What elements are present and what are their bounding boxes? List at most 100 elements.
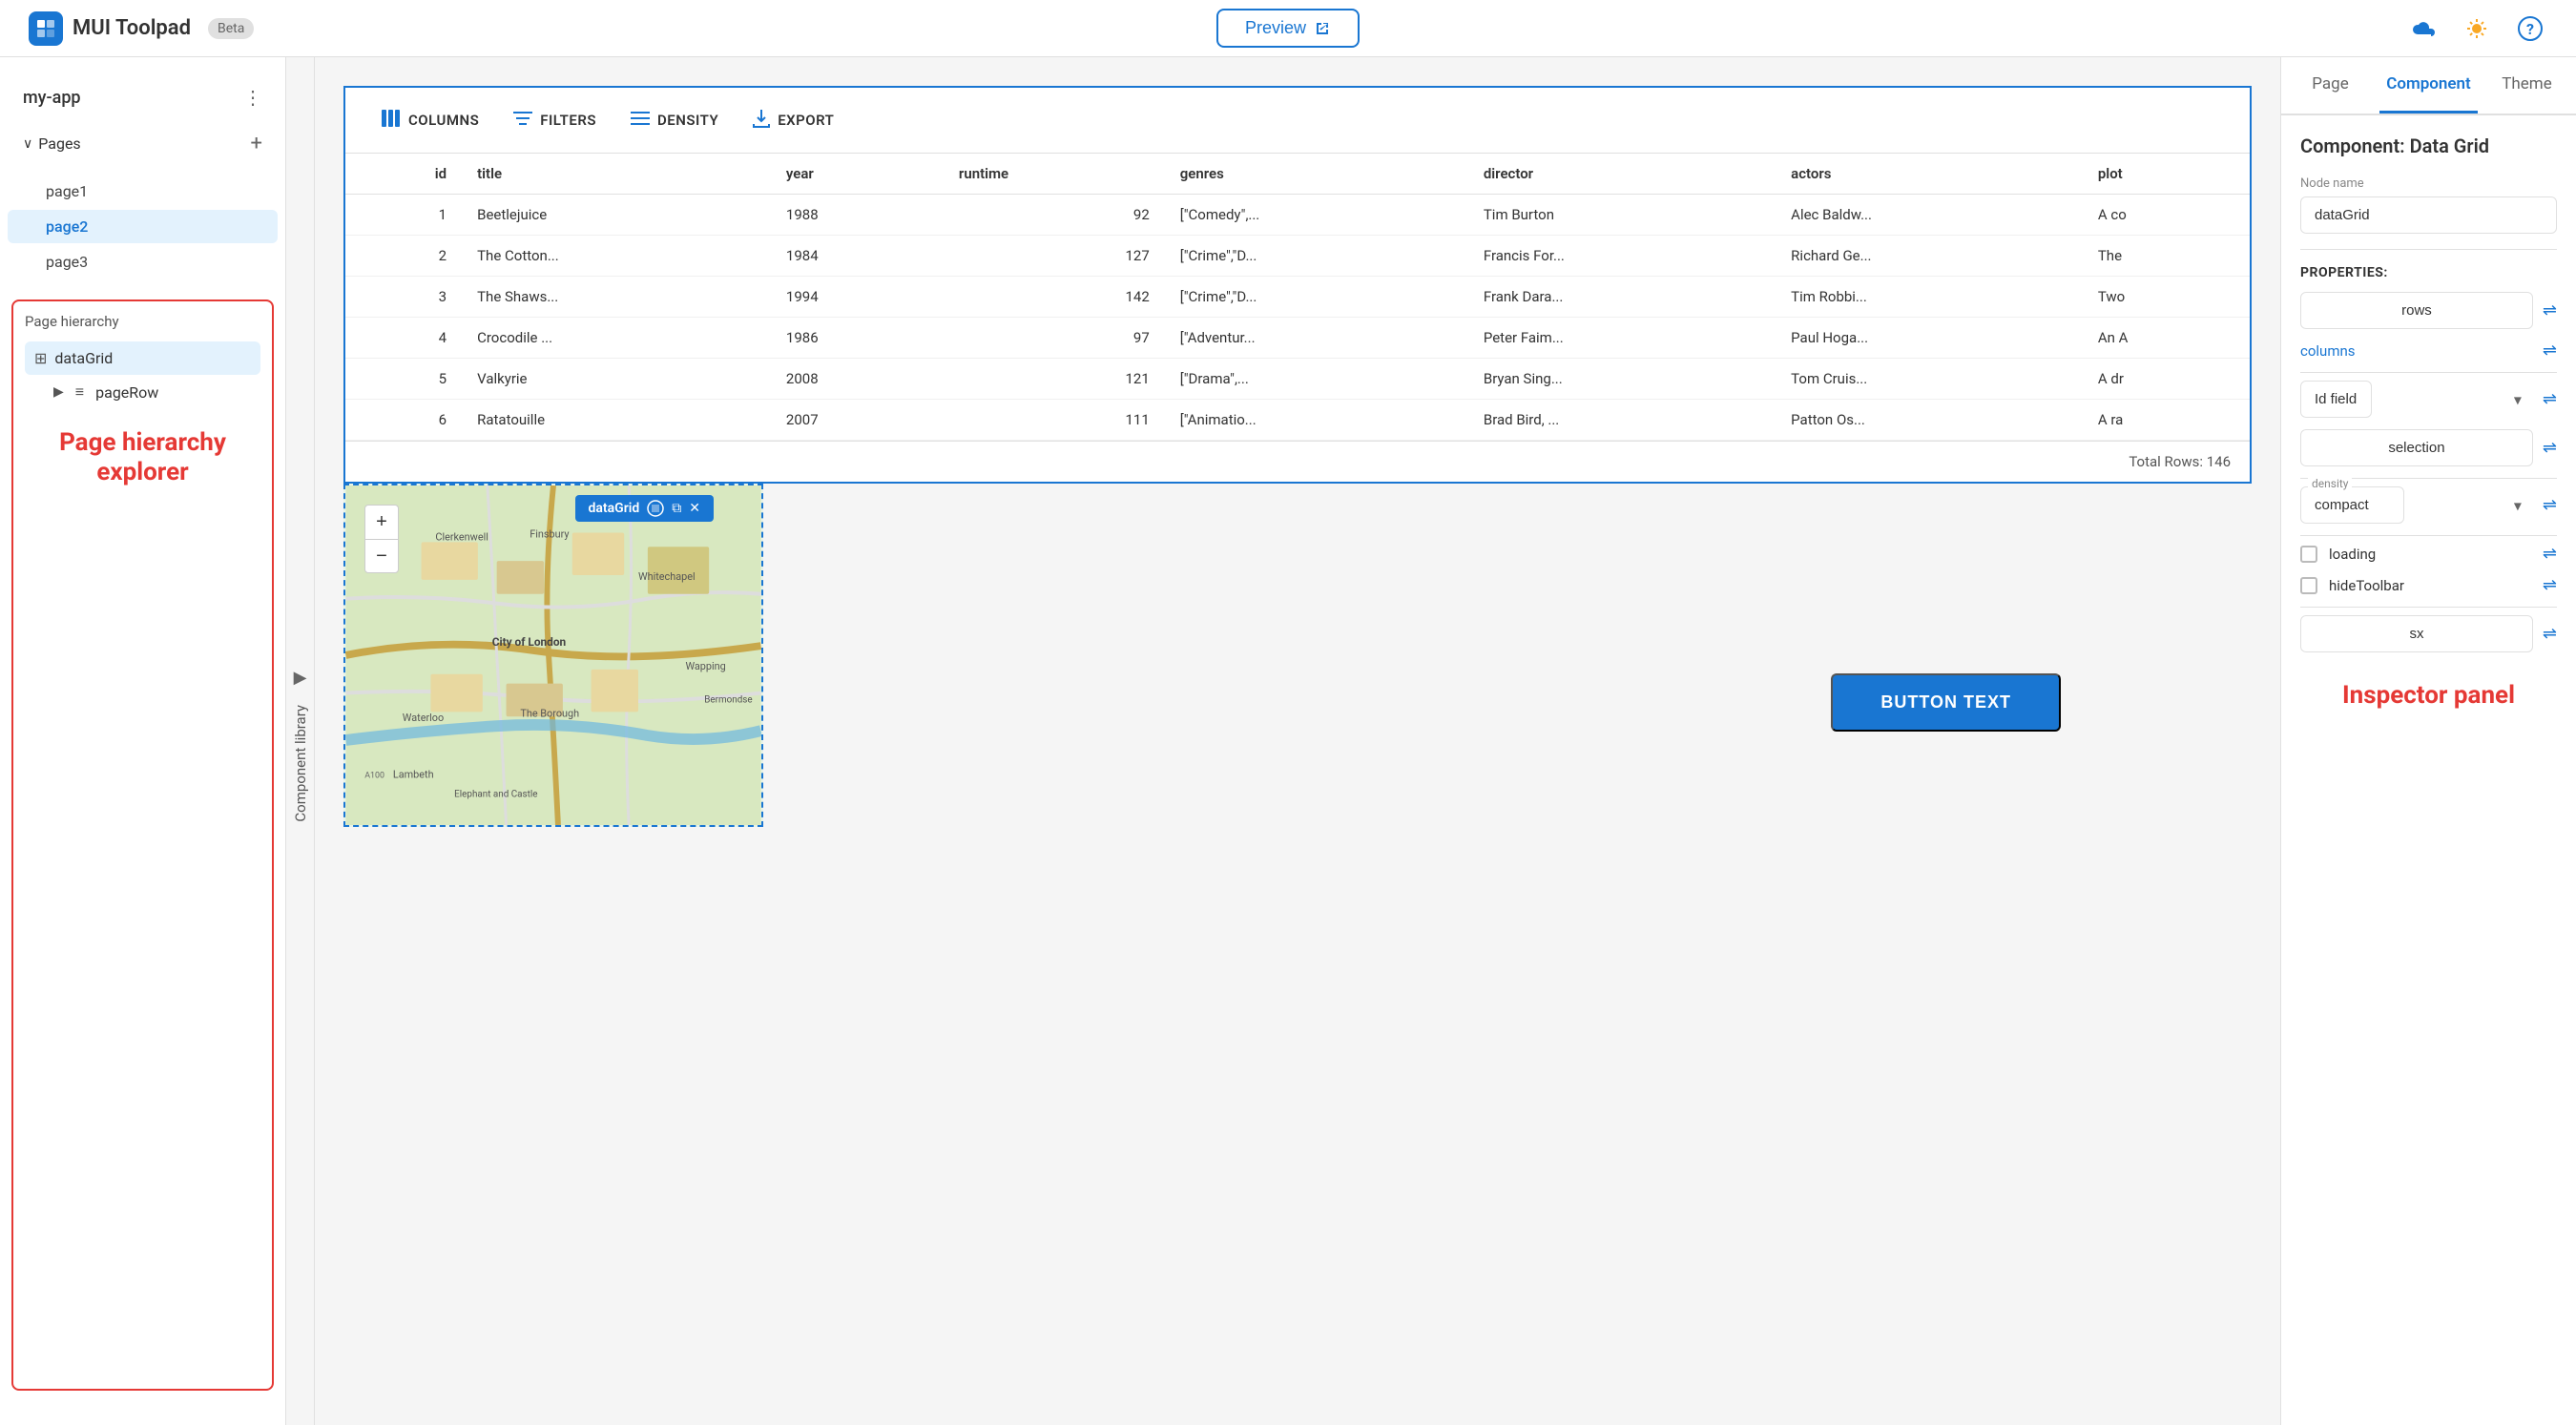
cell-genres: ["Crime","D... <box>1165 277 1468 318</box>
hierarchy-label-pagerow: pageRow <box>95 383 158 402</box>
svg-text:Finsbury: Finsbury <box>530 527 569 540</box>
table-row: 1 Beetlejuice 1988 92 ["Comedy",... Tim … <box>345 195 2250 236</box>
page-hierarchy-title: Page hierarchy <box>25 313 260 330</box>
cell-director: Bryan Sing... <box>1468 359 1776 400</box>
hierarchy-item-pagerow[interactable]: ▶ ≡ pageRow <box>25 375 260 409</box>
id-field-select[interactable]: Id field <box>2300 381 2372 418</box>
export-button[interactable]: EXPORT <box>736 101 851 139</box>
cell-runtime: 142 <box>944 277 1165 318</box>
sx-button[interactable]: sx <box>2300 615 2533 652</box>
sx-link-icon[interactable]: ⇌ <box>2543 624 2557 644</box>
app-name: my-app <box>23 88 81 108</box>
hide-toolbar-checkbox[interactable] <box>2300 577 2317 594</box>
cell-actors: Paul Hoga... <box>1776 318 2083 359</box>
cell-title: The Shaws... <box>462 277 771 318</box>
columns-label: COLUMNS <box>408 112 479 129</box>
cell-year: 1984 <box>771 236 944 277</box>
export-label: EXPORT <box>778 112 834 129</box>
beta-badge: Beta <box>208 18 254 39</box>
svg-text:Lambeth: Lambeth <box>393 769 434 781</box>
cell-actors: Richard Ge... <box>1776 236 2083 277</box>
density-link-icon[interactable]: ⇌ <box>2543 495 2557 515</box>
selection-button[interactable]: selection <box>2300 429 2533 466</box>
filters-button[interactable]: FILTERS <box>496 103 613 137</box>
hide-toolbar-link-icon[interactable]: ⇌ <box>2543 575 2557 595</box>
topbar-right: ? <box>2406 11 2547 46</box>
svg-text:Bermondse: Bermondse <box>704 694 752 705</box>
sidebar-item-page2[interactable]: page2 <box>8 210 278 243</box>
zoom-in-button[interactable]: + <box>364 505 399 539</box>
loading-checkbox[interactable] <box>2300 546 2317 563</box>
divider-4 <box>2300 535 2557 536</box>
col-header-plot: plot <box>2083 154 2250 195</box>
canvas-button[interactable]: BUTTON TEXT <box>1831 673 2061 732</box>
density-icon <box>631 111 650 130</box>
columns-button[interactable]: COLUMNS <box>364 102 496 138</box>
pages-header[interactable]: ∨ Pages + <box>23 126 262 161</box>
chip-delete-icon[interactable]: ✕ <box>689 501 700 516</box>
button-area: BUTTON TEXT <box>763 484 2252 827</box>
density-label: DENSITY <box>657 112 718 129</box>
cell-genres: ["Animatio... <box>1165 400 1468 441</box>
columns-link[interactable]: columns <box>2300 342 2356 360</box>
density-select[interactable]: compact standard comfortable <box>2300 486 2404 524</box>
density-row: density compact standard comfortable ⇌ <box>2300 486 2557 524</box>
component-library-label[interactable]: Component library <box>292 705 309 822</box>
cell-director: Tim Burton <box>1468 195 1776 236</box>
logo-area: MUI Toolpad Beta <box>29 11 254 46</box>
rows-button[interactable]: rows <box>2300 292 2533 329</box>
app-row: my-app ⋮ <box>0 76 285 118</box>
cell-genres: ["Crime","D... <box>1165 236 1468 277</box>
expand-icon: ▶ <box>53 384 64 400</box>
col-header-genres: genres <box>1165 154 1468 195</box>
expand-arrow[interactable]: ▶ <box>286 660 315 695</box>
id-field-link-icon[interactable]: ⇌ <box>2543 389 2557 409</box>
svg-text:The Borough: The Borough <box>520 707 579 719</box>
inspector-tabs: Page Component Theme <box>2281 57 2576 115</box>
table-row: 4 Crocodile ... 1986 97 ["Adventur... Pe… <box>345 318 2250 359</box>
help-icon[interactable]: ? <box>2513 11 2547 46</box>
datagrid-toolbar: COLUMNS FILTERS DENSITY <box>345 88 2250 154</box>
hierarchy-item-datagrid[interactable]: ⊞ dataGrid <box>25 341 260 375</box>
cloud-icon[interactable] <box>2406 11 2441 46</box>
cell-director: Peter Faim... <box>1468 318 1776 359</box>
selection-link-icon[interactable]: ⇌ <box>2543 438 2557 458</box>
sidebar-item-page1[interactable]: page1 <box>8 175 278 208</box>
columns-link-icon[interactable]: ⇌ <box>2543 341 2557 361</box>
cell-runtime: 127 <box>944 236 1165 277</box>
node-name-input[interactable] <box>2300 196 2557 234</box>
col-header-runtime: runtime <box>944 154 1165 195</box>
cell-genres: ["Adventur... <box>1165 318 1468 359</box>
svg-text:Waterloo: Waterloo <box>403 712 444 724</box>
tab-component[interactable]: Component <box>2379 57 2478 114</box>
cell-plot: A co <box>2083 195 2250 236</box>
cell-actors: Patton Os... <box>1776 400 2083 441</box>
density-button[interactable]: DENSITY <box>613 103 736 137</box>
tab-theme[interactable]: Theme <box>2478 57 2576 114</box>
cell-plot: An A <box>2083 318 2250 359</box>
cell-title: Valkyrie <box>462 359 771 400</box>
svg-text:A100: A100 <box>364 772 384 781</box>
table-row: 5 Valkyrie 2008 121 ["Drama",... Bryan S… <box>345 359 2250 400</box>
cell-id: 6 <box>345 400 462 441</box>
cell-runtime: 111 <box>944 400 1165 441</box>
cell-actors: Tim Robbi... <box>1776 277 2083 318</box>
svg-text:Clerkenwell: Clerkenwell <box>435 530 488 543</box>
sidebar-menu-icon[interactable]: ⋮ <box>243 86 262 109</box>
rows-link-icon[interactable]: ⇌ <box>2543 300 2557 320</box>
tab-page[interactable]: Page <box>2281 57 2379 114</box>
map-visual: Clerkenwell Finsbury City of London Whit… <box>345 485 761 825</box>
logo-icon <box>29 11 63 46</box>
chip-copy-icon[interactable]: ⧉ <box>672 501 681 516</box>
cell-title: The Cotton... <box>462 236 771 277</box>
sidebar-item-page3[interactable]: page3 <box>8 245 278 279</box>
add-page-icon[interactable]: + <box>251 132 262 155</box>
cell-year: 1986 <box>771 318 944 359</box>
preview-button[interactable]: Preview <box>1216 9 1360 48</box>
zoom-out-button[interactable]: − <box>364 539 399 573</box>
properties-title: PROPERTIES: <box>2300 265 2557 280</box>
inspector-title: Component: Data Grid <box>2300 134 2557 157</box>
density-label-float: density <box>2308 477 2352 490</box>
loading-link-icon[interactable]: ⇌ <box>2543 544 2557 564</box>
brightness-icon[interactable] <box>2460 11 2494 46</box>
